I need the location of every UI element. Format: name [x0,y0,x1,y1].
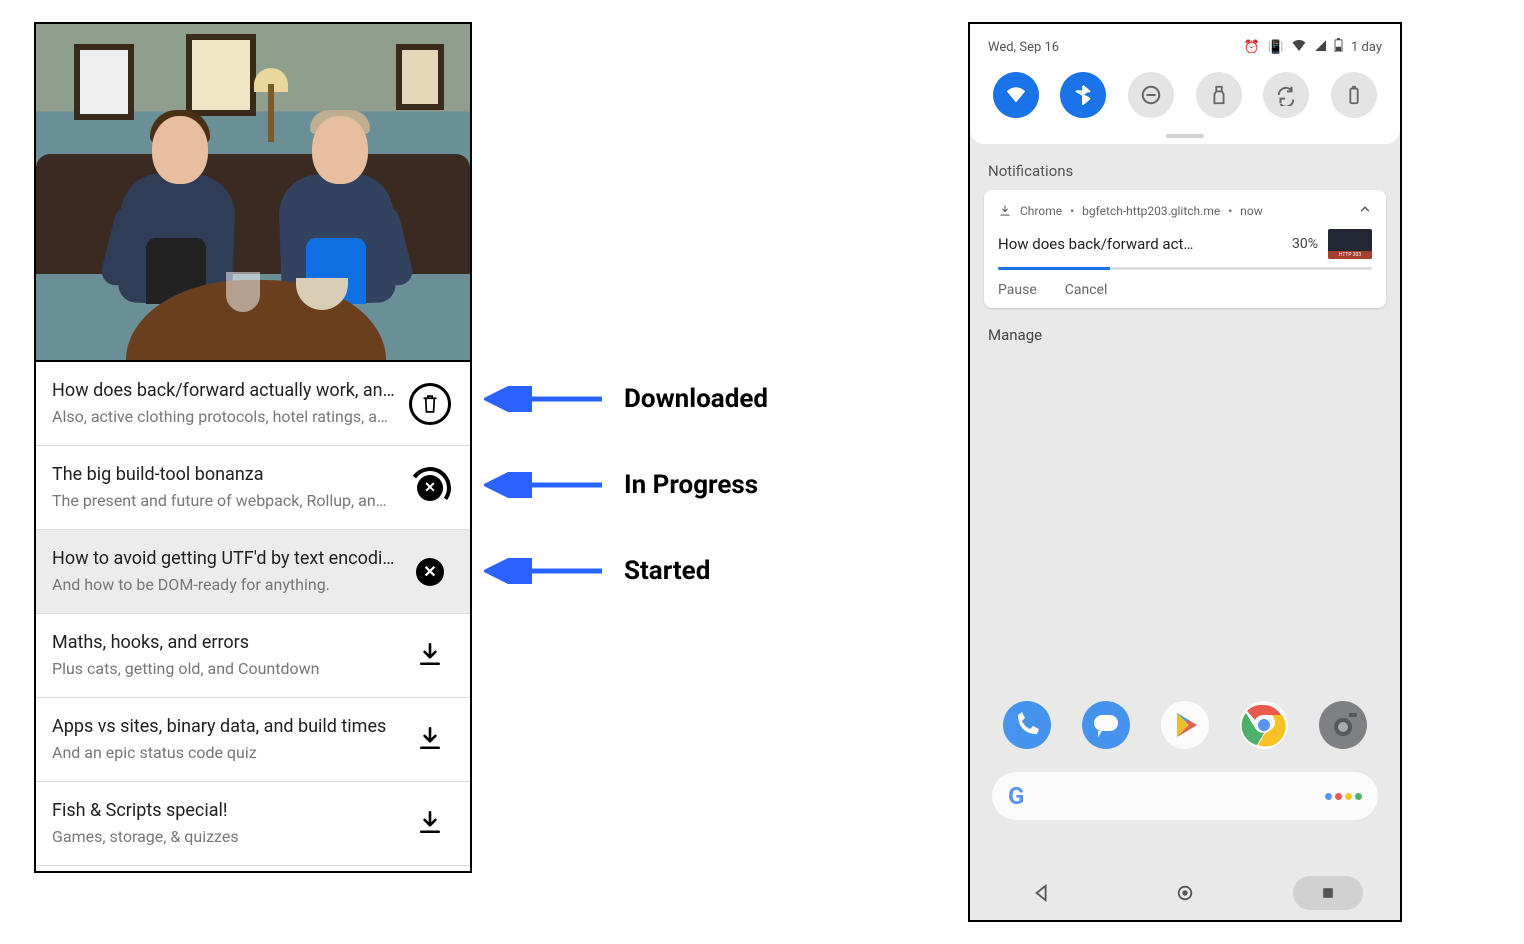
download-app-icon [998,204,1012,218]
annotation-label: Started [624,556,710,586]
vibrate-icon: 📳 [1268,40,1284,55]
chevron-up-icon[interactable] [1358,202,1372,219]
episode-row[interactable]: How does back/forward actually work, an…… [36,362,470,446]
signal-icon [1314,39,1326,55]
annotation-label: In Progress [624,470,758,500]
home-dock [988,694,1382,756]
notification-percent: 30% [1292,236,1318,252]
episode-row[interactable]: Maths, hooks, and errors Plus cats, gett… [36,614,470,698]
episode-subtitle: Plus cats, getting old, and Countdown [52,658,398,680]
episode-subtitle: Games, storage, & quizzes [52,826,398,848]
episode-title: How to avoid getting UTF'd by text encod… [52,547,398,570]
notification-app-name: Chrome [1020,204,1062,218]
quick-settings-row [970,66,1400,132]
episode-subtitle: The present and future of webpack, Rollu… [52,490,398,512]
episode-list: How does back/forward actually work, an…… [36,362,470,871]
annotation-downloaded: Downloaded [484,384,768,414]
arrow-icon [484,472,604,498]
episode-subtitle: And an epic status code quiz [52,742,398,764]
home-button[interactable] [1150,876,1220,910]
glass [226,272,260,312]
assistant-icon[interactable] [1325,793,1362,800]
episode-row[interactable]: The big build-tool bonanza The present a… [36,446,470,530]
delete-download-icon[interactable] [409,383,451,425]
qs-bluetooth-toggle[interactable] [1060,72,1106,118]
episode-title: Fish & Scripts special! [52,799,398,822]
camera-app-icon[interactable] [1319,701,1367,749]
notification-source: bgfetch-http203.glitch.me [1082,204,1220,218]
google-search-bar[interactable]: G [992,772,1378,820]
wall-frame-3 [396,44,444,110]
download-icon[interactable] [417,725,443,755]
episode-title: The big build-tool bonanza [52,463,398,486]
qs-dnd-toggle[interactable] [1128,72,1174,118]
notification-header: Chrome • bgfetch-http203.glitch.me • now [998,202,1372,219]
arrow-icon [484,558,604,584]
app-episode-list-panel: How does back/forward actually work, an…… [34,22,472,873]
system-nav-bar [970,866,1400,920]
episode-subtitle: And how to be DOM-ready for anything. [52,574,398,596]
download-notification-card[interactable]: Chrome • bgfetch-http203.glitch.me • now… [984,190,1386,308]
episode-title: Apps vs sites, binary data, and build ti… [52,715,398,738]
download-progress-track [998,267,1372,270]
messages-app-icon[interactable] [1082,701,1130,749]
episode-row[interactable]: Fish & Scripts special! Games, storage, … [36,782,470,866]
status-bar: Wed, Sep 16 ⏰ 📳 1 day [970,34,1400,66]
arrow-icon [484,386,604,412]
episode-row[interactable]: How to avoid getting UTF'd by text encod… [36,530,470,614]
download-progress-bar [998,267,1110,270]
episode-title: How does back/forward actually work, an… [52,379,398,402]
qs-wifi-toggle[interactable] [993,72,1039,118]
notification-shade: Wed, Sep 16 ⏰ 📳 1 day [970,24,1400,144]
battery-icon [1334,38,1343,56]
notifications-heading: Notifications [988,162,1382,180]
hero-video-thumbnail[interactable] [36,24,470,362]
annotation-started: Started [484,556,710,586]
notification-thumbnail [1328,229,1372,259]
android-screenshot: Wed, Sep 16 ⏰ 📳 1 day Notifications [968,22,1402,922]
episode-subtitle: Also, active clothing protocols, hotel r… [52,406,398,428]
play-store-icon[interactable] [1161,701,1209,749]
wifi-icon [1292,39,1306,55]
cancel-button[interactable]: Cancel [1065,282,1108,298]
person-right [262,104,412,304]
episode-row[interactable]: Apps vs sites, binary data, and build ti… [36,698,470,782]
qs-flashlight-toggle[interactable] [1196,72,1242,118]
pause-button[interactable]: Pause [998,282,1037,298]
manage-notifications-button[interactable]: Manage [988,326,1382,344]
status-date: Wed, Sep 16 [988,40,1236,55]
qs-battery-toggle[interactable] [1331,72,1377,118]
annotation-label: Downloaded [624,384,768,414]
annotation-in-progress: In Progress [484,470,758,500]
cancel-progress-icon[interactable]: ✕ [409,467,451,509]
google-logo-icon: G [1008,782,1024,810]
qs-autorotate-toggle[interactable] [1263,72,1309,118]
notification-title: How does back/forward act… [998,235,1282,253]
chrome-app-icon[interactable] [1240,701,1288,749]
recents-button[interactable] [1293,876,1363,910]
phone-app-icon[interactable] [1003,701,1051,749]
shade-drag-handle[interactable] [1166,134,1204,138]
notification-when: now [1240,204,1263,218]
cancel-download-icon[interactable]: ✕ [416,558,444,586]
back-button[interactable] [1007,876,1077,910]
battery-text: 1 day [1351,40,1382,55]
notification-area: Notifications Chrome • bgfetch-http203.g… [970,144,1400,344]
download-icon[interactable] [417,641,443,671]
alarm-icon: ⏰ [1244,40,1260,55]
episode-title: Maths, hooks, and errors [52,631,398,654]
download-icon[interactable] [417,809,443,839]
